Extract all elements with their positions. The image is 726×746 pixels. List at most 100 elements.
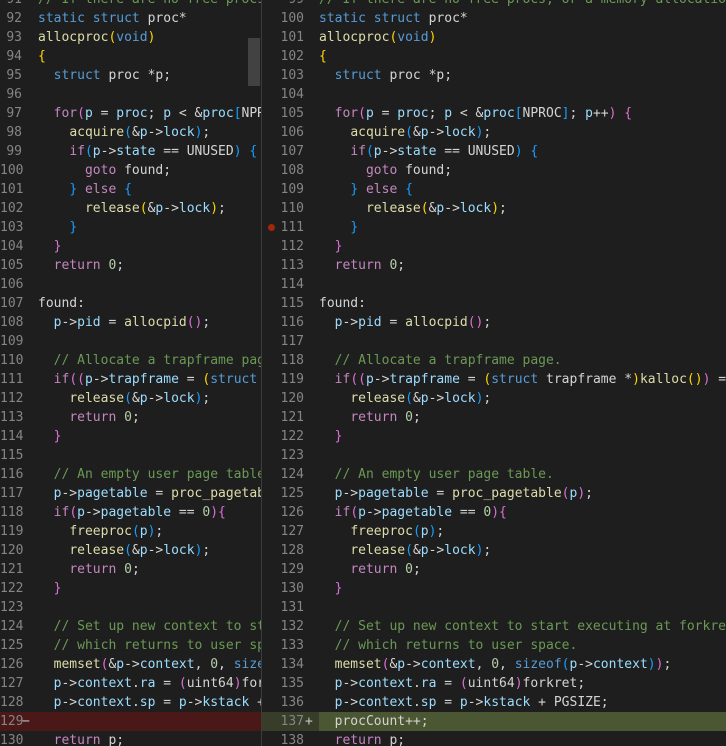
left-code-line[interactable]: 109 [0,332,261,351]
code-text: // which returns to user sp [38,636,261,655]
code-token: + [249,695,261,710]
right-code-line[interactable]: 120 release(&p->lock); [262,389,726,408]
code-token: ( [69,505,78,520]
left-scrollbar-thumb[interactable] [248,38,260,86]
left-code-line[interactable]: 102 release(&p->lock); [0,199,261,218]
left-code-line[interactable]: 91 // If there are no free procs [0,0,261,9]
left-code-line[interactable]: 117 p->pagetable = proc_pagetab [0,484,261,503]
left-code-line[interactable]: 116 // An empty user page table [0,465,261,484]
left-code-line[interactable]: 115 [0,446,261,465]
right-code-line[interactable]: 101 allocproc(void) [262,28,726,47]
left-code-line[interactable]: 103 } [0,218,261,237]
right-code-line[interactable]: 126 if(p->pagetable == 0){ [262,503,726,522]
right-code-line[interactable]: 100 static struct proc* [262,9,726,28]
left-code-line[interactable]: 122 } [0,579,261,598]
left-code-line[interactable]: 129− [0,712,261,731]
right-code-line[interactable]: 107 if(p->state == UNUSED) { [262,142,726,161]
right-code-line[interactable]: 117 [262,332,726,351]
right-code-line[interactable]: 128 release(&p->lock); [262,541,726,560]
left-code-line[interactable]: 99 if(p->state == UNUSED) { [0,142,261,161]
left-code-line[interactable]: 124 // Set up new context to st [0,617,261,636]
right-code-line[interactable]: 104 [262,85,726,104]
right-code-line[interactable]: 133 // which returns to user space. [262,636,726,655]
left-code-line[interactable]: 96 [0,85,261,104]
line-number: 123 [0,600,24,615]
right-code-line[interactable]: 124 // An empty user page table. [262,465,726,484]
left-code-line[interactable]: 125 // which returns to user sp [0,636,261,655]
right-code-line[interactable]: 119 if((p->trapframe = (struct trapframe… [262,370,726,389]
right-code-line[interactable]: 136 p->context.sp = p->kstack + PGSIZE; [262,693,726,712]
code-token: } [334,581,343,596]
left-code-line[interactable]: 130 return p; [0,731,261,746]
right-code-line[interactable]: 113 return 0; [262,256,726,275]
right-code-line[interactable]: 121 return 0; [262,408,726,427]
right-code-line[interactable]: 138 return p; [262,731,726,746]
left-code-line[interactable]: 98 acquire(&p->lock); [0,123,261,142]
left-code-line[interactable]: 93 allocproc(void) [0,28,261,47]
right-code-line[interactable]: 125 p->pagetable = proc_pagetable(p); [262,484,726,503]
left-code-line[interactable]: 100 goto found; [0,161,261,180]
diff-right-pane[interactable]: 99 // If there are no free procs, or a me… [262,0,726,746]
code-token: release [350,391,406,406]
left-code-line[interactable]: 94 { [0,47,261,66]
right-code-line[interactable]: 131 [262,598,726,617]
right-code-line[interactable]: 129 return 0; [262,560,726,579]
right-code-line[interactable]: 132 // Set up new context to start execu… [262,617,726,636]
right-code-line[interactable]: 118 // Allocate a trapframe page. [262,351,726,370]
left-code-line[interactable]: 120 release(&p->lock); [0,541,261,560]
right-code-line[interactable]: 109 } else { [262,180,726,199]
left-code-line[interactable]: 97 for(p = proc; p < &proc[NPR [0,104,261,123]
code-token: , [499,657,515,672]
right-code-line[interactable]: 112 } [262,237,726,256]
code-text: } [319,427,343,446]
right-code-line[interactable]: 105 for(p = proc; p < &proc[NPROC]; p++)… [262,104,726,123]
right-code-line[interactable]: 122 } [262,427,726,446]
right-code-line[interactable]: 99 // If there are no free procs, or a me… [262,0,726,9]
left-code-line[interactable]: 128 p->context.sp = p->kstack + [0,693,261,712]
left-code-line[interactable]: 123 [0,598,261,617]
right-code-line[interactable]: 114 [262,275,726,294]
left-code-line[interactable]: 106 [0,275,261,294]
right-code-line[interactable]: 123 [262,446,726,465]
code-text: return p; [319,731,405,746]
right-code-line[interactable]: 115 found: [262,294,726,313]
left-code-line[interactable]: 101 } else { [0,180,261,199]
code-text: goto found; [38,161,171,180]
right-code-line[interactable]: 110 release(&p->lock); [262,199,726,218]
left-code-line[interactable]: 119 freeproc(p); [0,522,261,541]
right-code-line[interactable]: 103 struct proc *p; [262,66,726,85]
right-code-line[interactable]: 111 } [262,218,726,237]
left-code-line[interactable]: 126 memset(&p->context, 0, size [0,655,261,674]
right-code-line[interactable]: 137 + procCount++; [262,712,726,731]
right-code-line[interactable]: 102 { [262,47,726,66]
diff-left-pane[interactable]: 91 // If there are no free procs 92 static … [0,0,261,746]
left-code-line[interactable]: 110 // Allocate a trapframe pag [0,351,261,370]
left-code-line[interactable]: 95 struct proc *p; [0,66,261,85]
right-code-line[interactable]: 106 acquire(&p->lock); [262,123,726,142]
right-code-line[interactable]: 135 p->context.ra = (uint64)forkret; [262,674,726,693]
right-code-line[interactable]: 134 memset(&p->context, 0, sizeof(p->con… [262,655,726,674]
right-code-line[interactable]: 108 goto found; [262,161,726,180]
left-code-line[interactable]: 108 p->pid = allocpid(); [0,313,261,332]
left-code-line[interactable]: 112 release(&p->lock); [0,389,261,408]
left-code-line[interactable]: 118 if(p->pagetable == 0){ [0,503,261,522]
left-code-line[interactable]: 111 if((p->trapframe = (struct [0,370,261,389]
left-code-line[interactable]: 92 static struct proc* [0,9,261,28]
left-code-line[interactable]: 105 return 0; [0,256,261,275]
left-code-line[interactable]: 104 } [0,237,261,256]
breakpoint-icon[interactable] [268,224,275,231]
right-code-line[interactable]: 116 p->pid = allocpid(); [262,313,726,332]
code-text: static struct proc* [319,9,468,28]
right-code-line[interactable]: 130 } [262,579,726,598]
left-code-line[interactable]: 113 return 0; [0,408,261,427]
left-code-line[interactable]: 127 p->context.ra = (uint64)for [0,674,261,693]
left-code-line[interactable]: 114 } [0,427,261,446]
right-code-line[interactable]: 127 freeproc(p); [262,522,726,541]
code-text: if(p->state == UNUSED) { [38,142,257,161]
code-token: else [84,182,117,197]
left-code-line[interactable]: 121 return 0; [0,560,261,579]
left-code-line[interactable]: 107 found: [0,294,261,313]
